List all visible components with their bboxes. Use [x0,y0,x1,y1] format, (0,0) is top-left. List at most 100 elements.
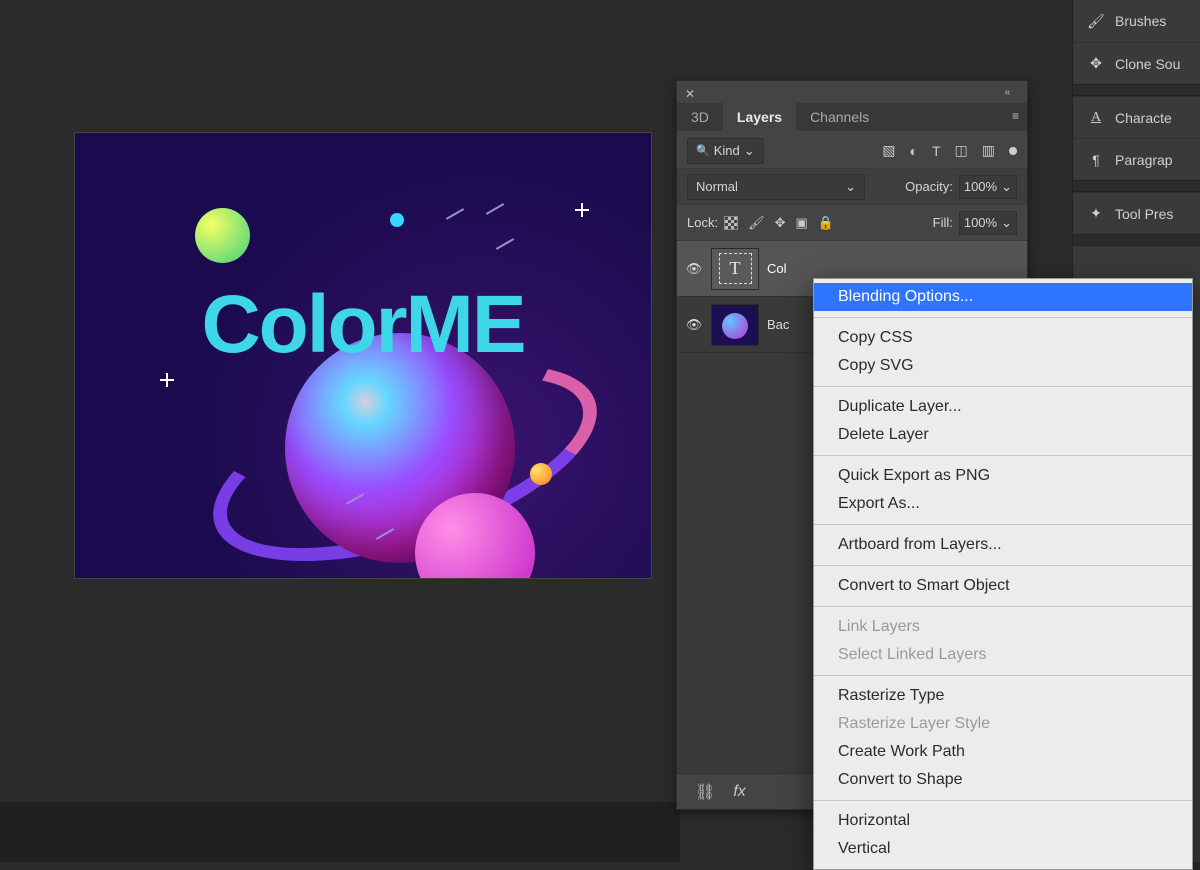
filter-shape-icon[interactable]: ◫ [955,142,968,159]
dock-separator [1073,234,1200,246]
layer-filter-kind[interactable]: 🔍 Kind ⌄ [687,138,764,164]
menu-quick-export-png[interactable]: Quick Export as PNG [814,462,1192,490]
dock-separator [1073,84,1200,96]
menu-duplicate-layer[interactable]: Duplicate Layer... [814,393,1192,421]
opacity-label: Opacity: [905,179,953,194]
chevron-down-icon: ⌄ [744,143,755,159]
menu-separator [814,455,1192,456]
blend-mode-value: Normal [696,179,738,194]
document-viewport[interactable]: ColorME [0,0,680,862]
dock-label: Tool Pres [1115,206,1173,222]
panel-collapse-button[interactable]: « [997,87,1019,99]
dock-label: Paragrap [1115,152,1173,168]
layer-thumbnail[interactable] [711,304,759,346]
type-layer-icon: T [719,253,752,284]
dock-label: Brushes [1115,13,1166,29]
menu-separator [814,386,1192,387]
fill-input[interactable]: 100% ⌄ [959,211,1017,235]
filter-toggle-switch[interactable] [1009,147,1017,155]
visibility-toggle-icon[interactable]: 👁 [685,261,703,277]
dock-item-brushes[interactable]: 🖌 Brushes [1073,0,1200,42]
brushes-icon: 🖌 [1087,13,1105,30]
character-panel-icon: A [1087,110,1105,126]
tool-presets-icon: ✦ [1087,205,1105,222]
small-planet-orange [530,463,552,485]
layer-filter-row: 🔍 Kind ⌄ ▧ ◐ T ◫ ▥ [677,133,1027,169]
dock-label: Clone Sou [1115,56,1180,72]
clone-source-icon: ✥ [1087,55,1105,72]
lock-row: Lock: 🖌 ✥ ▣ 🔒 Fill: 100% ⌄ [677,205,1027,241]
menu-separator [814,675,1192,676]
menu-select-linked-layers: Select Linked Layers [814,641,1192,669]
menu-artboard-from-layers[interactable]: Artboard from Layers... [814,531,1192,559]
menu-vertical[interactable]: Vertical [814,835,1192,863]
sparkle-icon [575,203,589,217]
fill-value: 100% [964,215,997,230]
filter-smartobject-icon[interactable]: ▥ [982,142,995,159]
layer-name[interactable]: Col [767,261,787,276]
tab-3d[interactable]: 3D [677,103,723,131]
fill-label: Fill: [933,215,953,230]
blend-mode-select[interactable]: Normal ⌄ [687,174,865,200]
panel-tabstrip: 3D Layers Channels ≡ [677,103,1027,131]
lock-transparency-icon[interactable] [724,216,738,230]
opacity-value: 100% [964,179,997,194]
star-dot [390,213,404,227]
lock-artboard-icon[interactable]: ▣ [796,215,808,231]
opacity-input[interactable]: 100% ⌄ [959,175,1017,199]
menu-separator [814,800,1192,801]
sparkle-icon [160,373,174,387]
tab-channels[interactable]: Channels [796,103,883,131]
paragraph-panel-icon: ¶ [1087,152,1105,168]
dock-separator [1073,180,1200,192]
dock-item-tool-presets[interactable]: ✦ Tool Pres [1073,192,1200,234]
search-icon: 🔍 [696,144,710,157]
lock-position-icon[interactable]: ✥ [775,215,786,231]
lock-label: Lock: [687,215,718,230]
dock-item-clone-source[interactable]: ✥ Clone Sou [1073,42,1200,84]
layer-name[interactable]: Bac [767,317,789,332]
artboard-title-text: ColorME [75,278,651,372]
menu-separator [814,565,1192,566]
filter-pixel-icon[interactable]: ▧ [882,142,895,159]
link-layers-icon[interactable]: ⛓ [695,782,715,802]
menu-copy-css[interactable]: Copy CSS [814,324,1192,352]
menu-delete-layer[interactable]: Delete Layer [814,421,1192,449]
menu-rasterize-type[interactable]: Rasterize Type [814,682,1192,710]
dock-item-character[interactable]: A Characte [1073,96,1200,138]
layer-thumbnail[interactable]: T [711,248,759,290]
menu-create-work-path[interactable]: Create Work Path [814,738,1192,766]
menu-convert-smart-object[interactable]: Convert to Smart Object [814,572,1192,600]
blend-row: Normal ⌄ Opacity: 100% ⌄ [677,169,1027,205]
menu-separator [814,606,1192,607]
small-planet-green [195,208,250,263]
menu-link-layers: Link Layers [814,613,1192,641]
filter-type-icon[interactable]: T [932,143,941,159]
menu-convert-to-shape[interactable]: Convert to Shape [814,766,1192,794]
document-tab-bar [0,802,680,862]
layer-effects-button[interactable]: fx [733,783,745,801]
lock-paint-icon[interactable]: 🖌 [748,215,765,231]
visibility-toggle-icon[interactable]: 👁 [685,317,703,333]
kind-label: Kind [714,143,740,158]
lock-all-icon[interactable]: 🔒 [818,215,834,231]
thumbnail-art [722,313,748,339]
dock-label: Characte [1115,110,1172,126]
menu-export-as[interactable]: Export As... [814,490,1192,518]
artboard[interactable]: ColorME [75,133,651,578]
menu-horizontal[interactable]: Horizontal [814,807,1192,835]
chevron-down-icon: ⌄ [1001,179,1012,195]
chevron-down-icon: ⌄ [1001,215,1012,231]
layer-context-menu: Blending Options... Copy CSS Copy SVG Du… [813,278,1193,870]
chevron-down-icon: ⌄ [845,179,856,195]
menu-separator [814,317,1192,318]
menu-copy-svg[interactable]: Copy SVG [814,352,1192,380]
tab-layers[interactable]: Layers [723,103,796,131]
menu-separator [814,524,1192,525]
panel-menu-button[interactable]: ≡ [1012,103,1019,131]
menu-rasterize-layer-style: Rasterize Layer Style [814,710,1192,738]
panel-close-button[interactable]: ✕ [685,87,695,101]
filter-adjustment-icon[interactable]: ◐ [910,143,918,159]
dock-item-paragraph[interactable]: ¶ Paragrap [1073,138,1200,180]
menu-blending-options[interactable]: Blending Options... [814,283,1192,311]
